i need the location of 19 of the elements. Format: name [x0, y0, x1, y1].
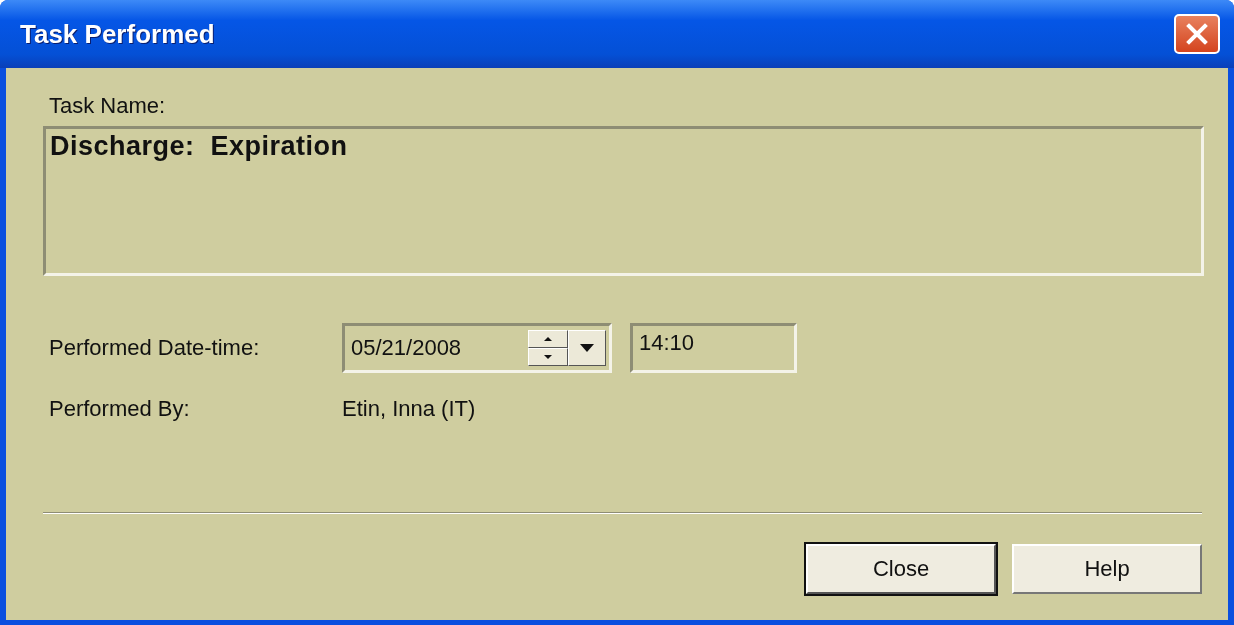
date-value: 05/21/2008: [351, 335, 463, 361]
spin-down-button[interactable]: [528, 348, 568, 366]
up-arrow-icon: [544, 337, 552, 341]
dropdown-button[interactable]: [568, 330, 606, 366]
performed-by-value: Etin, Inna (IT): [342, 395, 476, 423]
close-button[interactable]: [1174, 14, 1220, 54]
field-label: Task Name:: [49, 92, 167, 120]
date-picker[interactable]: 05/21/2008: [342, 323, 612, 373]
close-icon: [1185, 22, 1209, 46]
window-title: Task Performed: [20, 18, 215, 50]
task-name-field[interactable]: Discharge: Expiration: [43, 126, 1204, 276]
spin-up-button[interactable]: [528, 330, 568, 348]
field-label: Performed By:: [49, 395, 191, 423]
dialog-button[interactable]: Close: [806, 544, 996, 594]
down-arrow-icon: [544, 355, 552, 359]
time-field[interactable]: 14:10: [630, 323, 797, 373]
dialog-button[interactable]: Help: [1012, 544, 1202, 594]
caret-icon: [580, 344, 594, 352]
field-label: Performed Date-time:: [49, 334, 261, 362]
